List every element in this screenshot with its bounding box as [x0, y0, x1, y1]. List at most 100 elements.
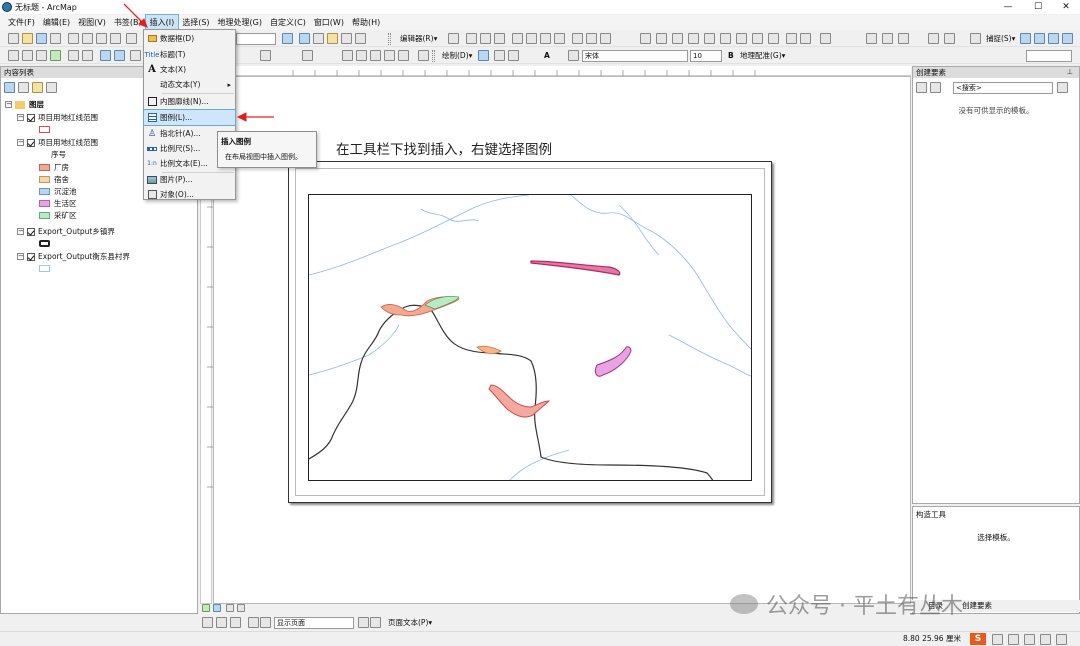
paste-icon[interactable] — [96, 33, 107, 44]
data-view-icon[interactable] — [202, 604, 210, 612]
snap-point-icon[interactable] — [1020, 33, 1031, 44]
refresh-icon[interactable] — [226, 604, 234, 612]
menu-item-legend[interactable]: 图例(L)... — [143, 109, 236, 126]
callout-icon[interactable] — [568, 50, 579, 61]
shared-features-icon[interactable] — [720, 33, 731, 44]
filter-icon[interactable] — [930, 82, 941, 93]
new-icon[interactable] — [8, 33, 19, 44]
microphone-icon[interactable] — [1024, 634, 1035, 645]
toc-layer-3[interactable]: − Export_Output乡镇界 — [17, 226, 115, 237]
delete-icon[interactable] — [110, 33, 121, 44]
collapse-icon[interactable]: − — [5, 101, 12, 108]
pan-icon[interactable] — [36, 50, 47, 61]
text-tool-icon[interactable]: A — [544, 50, 550, 62]
collapse-icon[interactable]: − — [17, 139, 24, 146]
select-features-icon[interactable] — [130, 50, 141, 61]
font-size-combo[interactable]: 10 — [690, 50, 722, 62]
menu-bookmarks[interactable]: 书签(B) — [110, 15, 146, 30]
maximize-icon[interactable]: ☐ — [1024, 0, 1052, 14]
adjust-links-icon[interactable] — [768, 33, 779, 44]
layer-visibility-checkbox[interactable] — [27, 113, 35, 122]
layout-pan-icon[interactable] — [216, 617, 227, 628]
topo-edit-icon[interactable] — [656, 33, 667, 44]
list-by-source-icon[interactable] — [18, 82, 29, 93]
search-window-icon[interactable] — [341, 33, 352, 44]
pin-icon[interactable]: ⊥ — [1067, 68, 1073, 76]
list-by-selection-icon[interactable] — [46, 82, 57, 93]
create-features-tab[interactable]: 创建要素 — [962, 600, 992, 612]
georef-layer-combo[interactable] — [1026, 50, 1072, 62]
cut-icon[interactable] — [68, 33, 79, 44]
focus-dataframe-icon[interactable] — [398, 50, 409, 61]
back-extent-icon[interactable] — [100, 50, 111, 61]
menu-item-picture[interactable]: 图片(P)... — [144, 172, 235, 187]
fixed-zoom-out-icon[interactable] — [82, 50, 93, 61]
layout-back-icon[interactable] — [356, 50, 367, 61]
create-features-icon[interactable] — [572, 33, 583, 44]
toc-layer-1[interactable]: − 项目用地红线范围 — [17, 112, 98, 123]
menu-item-neatline[interactable]: 内图廓线(N)... — [144, 94, 235, 109]
menu-view[interactable]: 视图(V) — [74, 15, 110, 30]
collapse-icon[interactable]: − — [17, 114, 24, 121]
collapse-icon[interactable]: − — [17, 253, 24, 260]
menu-selection[interactable]: 选择(S) — [178, 15, 213, 30]
split-icon[interactable] — [512, 33, 523, 44]
data-frame[interactable] — [308, 194, 752, 481]
menu-item-data-frame[interactable]: 数据框(D) — [144, 31, 235, 46]
point-icon[interactable] — [494, 33, 505, 44]
layer-visibility-checkbox[interactable] — [27, 227, 35, 236]
catalog-icon[interactable] — [327, 33, 338, 44]
globe-icon[interactable] — [736, 33, 747, 44]
topo-validate-icon[interactable] — [672, 33, 683, 44]
topo-fix-icon[interactable] — [688, 33, 699, 44]
reshape-icon[interactable] — [600, 33, 611, 44]
editor-toolbar-icon[interactable] — [299, 33, 310, 44]
toolbar-grip[interactable] — [388, 33, 391, 45]
font-combo[interactable]: 宋体 — [582, 50, 688, 62]
generalize-icon[interactable] — [944, 33, 955, 44]
menu-geoprocessing[interactable]: 地理处理(G) — [214, 15, 266, 30]
skin-icon[interactable] — [1056, 634, 1067, 645]
menu-customize[interactable]: 自定义(C) — [266, 15, 310, 30]
menu-item-title[interactable]: Title 标题(T) — [144, 47, 235, 62]
menu-insert[interactable]: 插入(I) — [144, 14, 180, 31]
class-row[interactable]: 沉淀池 — [39, 186, 77, 197]
menu-edit[interactable]: 编辑(E) — [39, 15, 74, 30]
layout-grid-icon[interactable] — [230, 617, 241, 628]
attributes-icon[interactable] — [540, 33, 551, 44]
layout-forward-icon[interactable] — [370, 50, 381, 61]
class-row[interactable]: 厂房 — [39, 162, 69, 173]
fixed-zoom-in-icon[interactable] — [68, 50, 79, 61]
page-combo[interactable]: 显示页面 — [274, 617, 354, 629]
link-table-icon[interactable] — [882, 33, 893, 44]
print-icon[interactable] — [50, 33, 61, 44]
layout-100-icon[interactable] — [342, 50, 353, 61]
punctuation-icon[interactable] — [1008, 634, 1019, 645]
class-row[interactable]: 采矿区 — [39, 210, 77, 221]
view-links-icon[interactable] — [866, 33, 877, 44]
open-icon[interactable] — [22, 33, 33, 44]
rotate-element-icon[interactable] — [494, 50, 505, 61]
layer-visibility-checkbox[interactable] — [27, 138, 35, 147]
class-row[interactable]: 宿舍 — [39, 174, 69, 185]
arctoolbox-icon[interactable] — [355, 33, 366, 44]
ime-icon[interactable]: S — [970, 633, 986, 645]
layout-tool-icon[interactable] — [282, 33, 293, 44]
save-icon[interactable] — [36, 33, 47, 44]
keyboard-icon[interactable] — [1040, 634, 1051, 645]
preview-icon[interactable] — [898, 33, 909, 44]
edgematch-icon[interactable] — [800, 33, 811, 44]
copy-icon[interactable] — [82, 33, 93, 44]
toggle-draft-icon[interactable] — [384, 50, 395, 61]
rotate-icon[interactable] — [526, 33, 537, 44]
menu-item-dynamic-text[interactable]: 动态文本(Y) ▸ — [144, 77, 235, 92]
undo-icon[interactable] — [126, 33, 137, 44]
full-extent-icon[interactable] — [50, 50, 61, 61]
first-page-icon[interactable] — [248, 617, 259, 628]
list-by-drawing-order-icon[interactable] — [4, 82, 15, 93]
menu-help[interactable]: 帮助(H) — [348, 15, 384, 30]
minimize-icon[interactable]: — — [994, 0, 1022, 14]
draw-menu[interactable]: 绘制(D)▾ — [442, 50, 472, 62]
scale-combo[interactable] — [236, 33, 276, 45]
straight-segment-icon[interactable] — [466, 33, 477, 44]
